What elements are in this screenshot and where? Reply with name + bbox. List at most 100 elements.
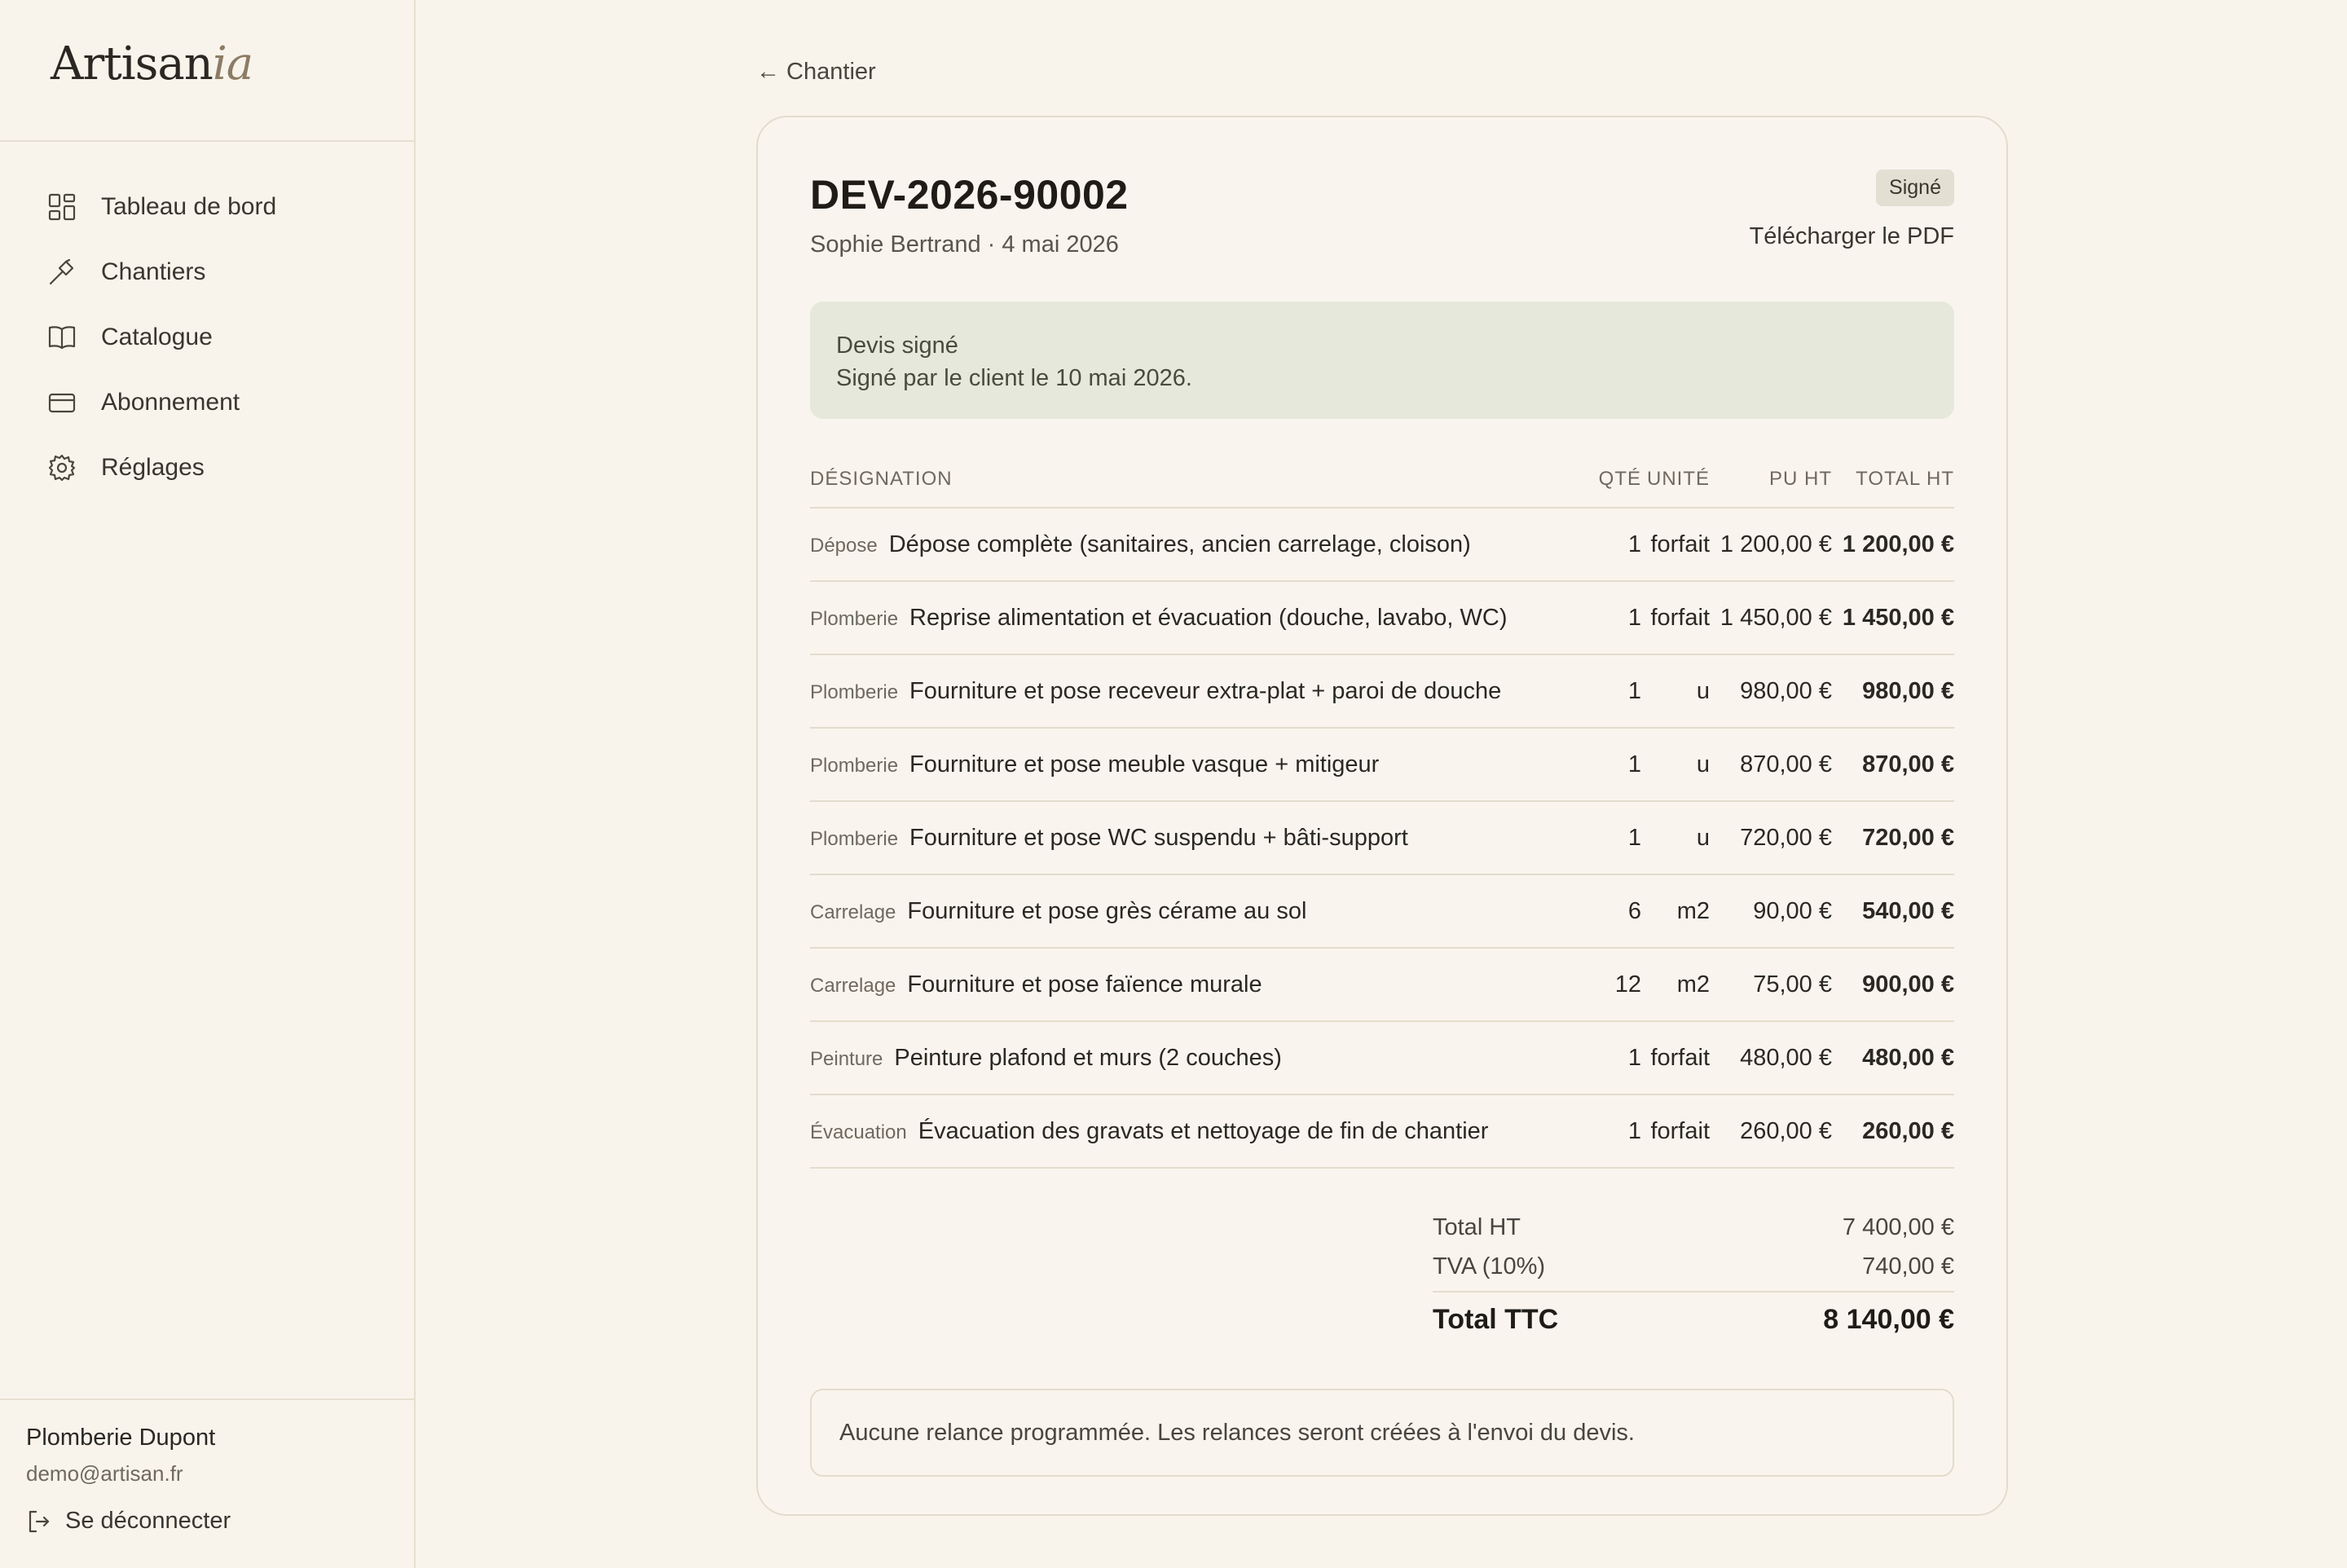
- line-qty: 1: [1592, 654, 1641, 729]
- line-total: 720,00 €: [1832, 801, 1954, 875]
- total-ht-label: Total HT: [1433, 1213, 1521, 1240]
- table-row: Plomberie Fourniture et pose meuble vasqu…: [810, 728, 1954, 802]
- line-qty: 1: [1592, 1095, 1641, 1169]
- line-category: Carrelage: [810, 901, 896, 923]
- line-qty: 1: [1592, 1021, 1641, 1095]
- line-qty: 1: [1592, 581, 1641, 655]
- line-unit-price: 480,00 €: [1710, 1021, 1832, 1095]
- line-designation: Plomberie Fourniture et pose receveur ext…: [810, 654, 1592, 729]
- line-label: Reprise alimentation et évacuation (douc…: [909, 604, 1508, 631]
- gear-icon: [47, 453, 77, 482]
- quote-header: DEV-2026-90002 Sophie Bertrand · 4 mai 2…: [810, 117, 1954, 302]
- line-label: Fourniture et pose meuble vasque + mitig…: [909, 751, 1380, 777]
- nav-item-abonnement[interactable]: Abonnement: [0, 370, 414, 435]
- main-nav: Tableau de bord Chantiers Catalogue Abon…: [0, 142, 414, 500]
- line-category: Peinture: [810, 1047, 883, 1070]
- total-ttc-value: 8 140,00 €: [1823, 1303, 1954, 1335]
- line-total: 260,00 €: [1832, 1095, 1954, 1169]
- line-category: Plomberie: [810, 607, 899, 630]
- logout-button[interactable]: Se déconnecter: [26, 1508, 414, 1535]
- nav-item-label: Catalogue: [101, 324, 213, 350]
- line-unit: forfait: [1641, 508, 1710, 582]
- totals-block: Total HT 7 400,00 € TVA (10%) 740,00 € T…: [1433, 1208, 1954, 1341]
- line-qty: 6: [1592, 874, 1641, 949]
- back-to-chantier-link[interactable]: ← Chantier: [756, 59, 876, 86]
- column-header-total: TOTAL HT: [1832, 461, 1954, 509]
- status-badge: Signé: [1876, 170, 1954, 206]
- line-category: Évacuation: [810, 1121, 907, 1143]
- line-designation: Plomberie Fourniture et pose meuble vasqu…: [810, 728, 1592, 802]
- account-panel: Plomberie Dupont demo@artisan.fr Se déco…: [0, 1398, 414, 1568]
- line-unit-price: 1 450,00 €: [1710, 581, 1832, 655]
- nav-item-label: Chantiers: [101, 258, 206, 285]
- line-total: 480,00 €: [1832, 1021, 1954, 1095]
- reminder-text: Aucune relance programmée. Les relances …: [839, 1419, 1635, 1446]
- line-unit: forfait: [1641, 1095, 1710, 1169]
- sidebar: Artisania Tableau de bord Chantiers Cata…: [0, 0, 416, 1568]
- table-header-row: DÉSIGNATION QTÉ UNITÉ PU HT TOTAL HT: [810, 461, 1954, 509]
- nav-item-chantiers[interactable]: Chantiers: [0, 240, 414, 305]
- line-qty: 1: [1592, 801, 1641, 875]
- line-unit-price: 980,00 €: [1710, 654, 1832, 729]
- line-label: Évacuation des gravats et nettoyage de f…: [918, 1117, 1489, 1144]
- reminder-notice: Aucune relance programmée. Les relances …: [810, 1389, 1954, 1477]
- signed-notice: Devis signé Signé par le client le 10 ma…: [810, 302, 1954, 419]
- column-header-unit: UNITÉ: [1641, 461, 1710, 509]
- table-row: Carrelage Fourniture et pose grès cérame …: [810, 874, 1954, 949]
- nav-item-label: Tableau de bord: [101, 193, 277, 220]
- nav-item-label: Abonnement: [101, 389, 240, 416]
- download-pdf-link[interactable]: Télécharger le PDF: [1750, 223, 1954, 250]
- logo-area: Artisania: [0, 0, 414, 142]
- main-content: ← Chantier DEV-2026-90002 Sophie Bertran…: [416, 0, 2347, 1568]
- tva-label: TVA (10%): [1433, 1253, 1546, 1280]
- line-category: Plomberie: [810, 827, 899, 850]
- line-designation: Plomberie Fourniture et pose WC suspendu …: [810, 801, 1592, 875]
- line-unit-price: 260,00 €: [1710, 1095, 1832, 1169]
- line-total: 1 450,00 €: [1832, 581, 1954, 655]
- app-root: Artisania Tableau de bord Chantiers Cata…: [0, 0, 2347, 1568]
- total-ttc-row: Total TTC 8 140,00 €: [1433, 1291, 1954, 1341]
- nav-item-catalogue[interactable]: Catalogue: [0, 305, 414, 370]
- nav-item-dashboard[interactable]: Tableau de bord: [0, 174, 414, 240]
- line-designation: Dépose Dépose complète (sanitaires, ancie…: [810, 508, 1592, 582]
- line-label: Fourniture et pose grès cérame au sol: [907, 897, 1307, 924]
- line-label: Fourniture et pose WC suspendu + bâti-su…: [909, 824, 1408, 851]
- line-category: Carrelage: [810, 974, 896, 997]
- signed-notice-title: Devis signé: [836, 333, 958, 359]
- line-total: 870,00 €: [1832, 728, 1954, 802]
- nav-item-reglages[interactable]: Réglages: [0, 435, 414, 500]
- line-unit: u: [1641, 801, 1710, 875]
- brand-logo[interactable]: Artisania: [51, 37, 414, 90]
- line-qty: 1: [1592, 728, 1641, 802]
- line-unit-price: 1 200,00 €: [1710, 508, 1832, 582]
- line-category: Dépose: [810, 534, 878, 557]
- line-designation: Plomberie Reprise alimentation et évacuat…: [810, 581, 1592, 655]
- table-row: Peinture Peinture plafond et murs (2 couc…: [810, 1021, 1954, 1095]
- line-category: Plomberie: [810, 754, 899, 777]
- line-label: Peinture plafond et murs (2 couches): [894, 1044, 1282, 1071]
- line-total: 540,00 €: [1832, 874, 1954, 949]
- logout-icon: [29, 1510, 50, 1532]
- column-header-pu: PU HT: [1710, 461, 1832, 509]
- table-row: Dépose Dépose complète (sanitaires, ancie…: [810, 508, 1954, 582]
- column-header-qty: QTÉ: [1592, 461, 1641, 509]
- line-designation: Évacuation Évacuation des gravats et nett…: [810, 1095, 1592, 1169]
- total-ht-value: 7 400,00 €: [1842, 1213, 1954, 1240]
- line-unit: forfait: [1641, 1021, 1710, 1095]
- line-designation: Peinture Peinture plafond et murs (2 couc…: [810, 1021, 1592, 1095]
- line-unit-price: 90,00 €: [1710, 874, 1832, 949]
- line-unit: m2: [1641, 874, 1710, 949]
- brand-accent: ia: [212, 37, 253, 90]
- signed-notice-text: Signé par le client le 10 mai 2026.: [836, 365, 1192, 391]
- quote-subtitle: Sophie Bertrand · 4 mai 2026: [810, 231, 1119, 258]
- line-designation: Carrelage Fourniture et pose faïence mura…: [810, 948, 1592, 1022]
- quote-lines-table: DÉSIGNATION QTÉ UNITÉ PU HT TOTAL HT Dép…: [810, 461, 1954, 1169]
- line-unit: u: [1641, 728, 1710, 802]
- company-name: Plomberie Dupont: [26, 1425, 216, 1451]
- total-ht-row: Total HT 7 400,00 €: [1433, 1208, 1954, 1247]
- line-unit-price: 75,00 €: [1710, 948, 1832, 1022]
- line-unit: u: [1641, 654, 1710, 729]
- book-icon: [47, 323, 77, 352]
- line-label: Dépose complète (sanitaires, ancien carr…: [888, 531, 1471, 557]
- quote-number: DEV-2026-90002: [810, 172, 1129, 218]
